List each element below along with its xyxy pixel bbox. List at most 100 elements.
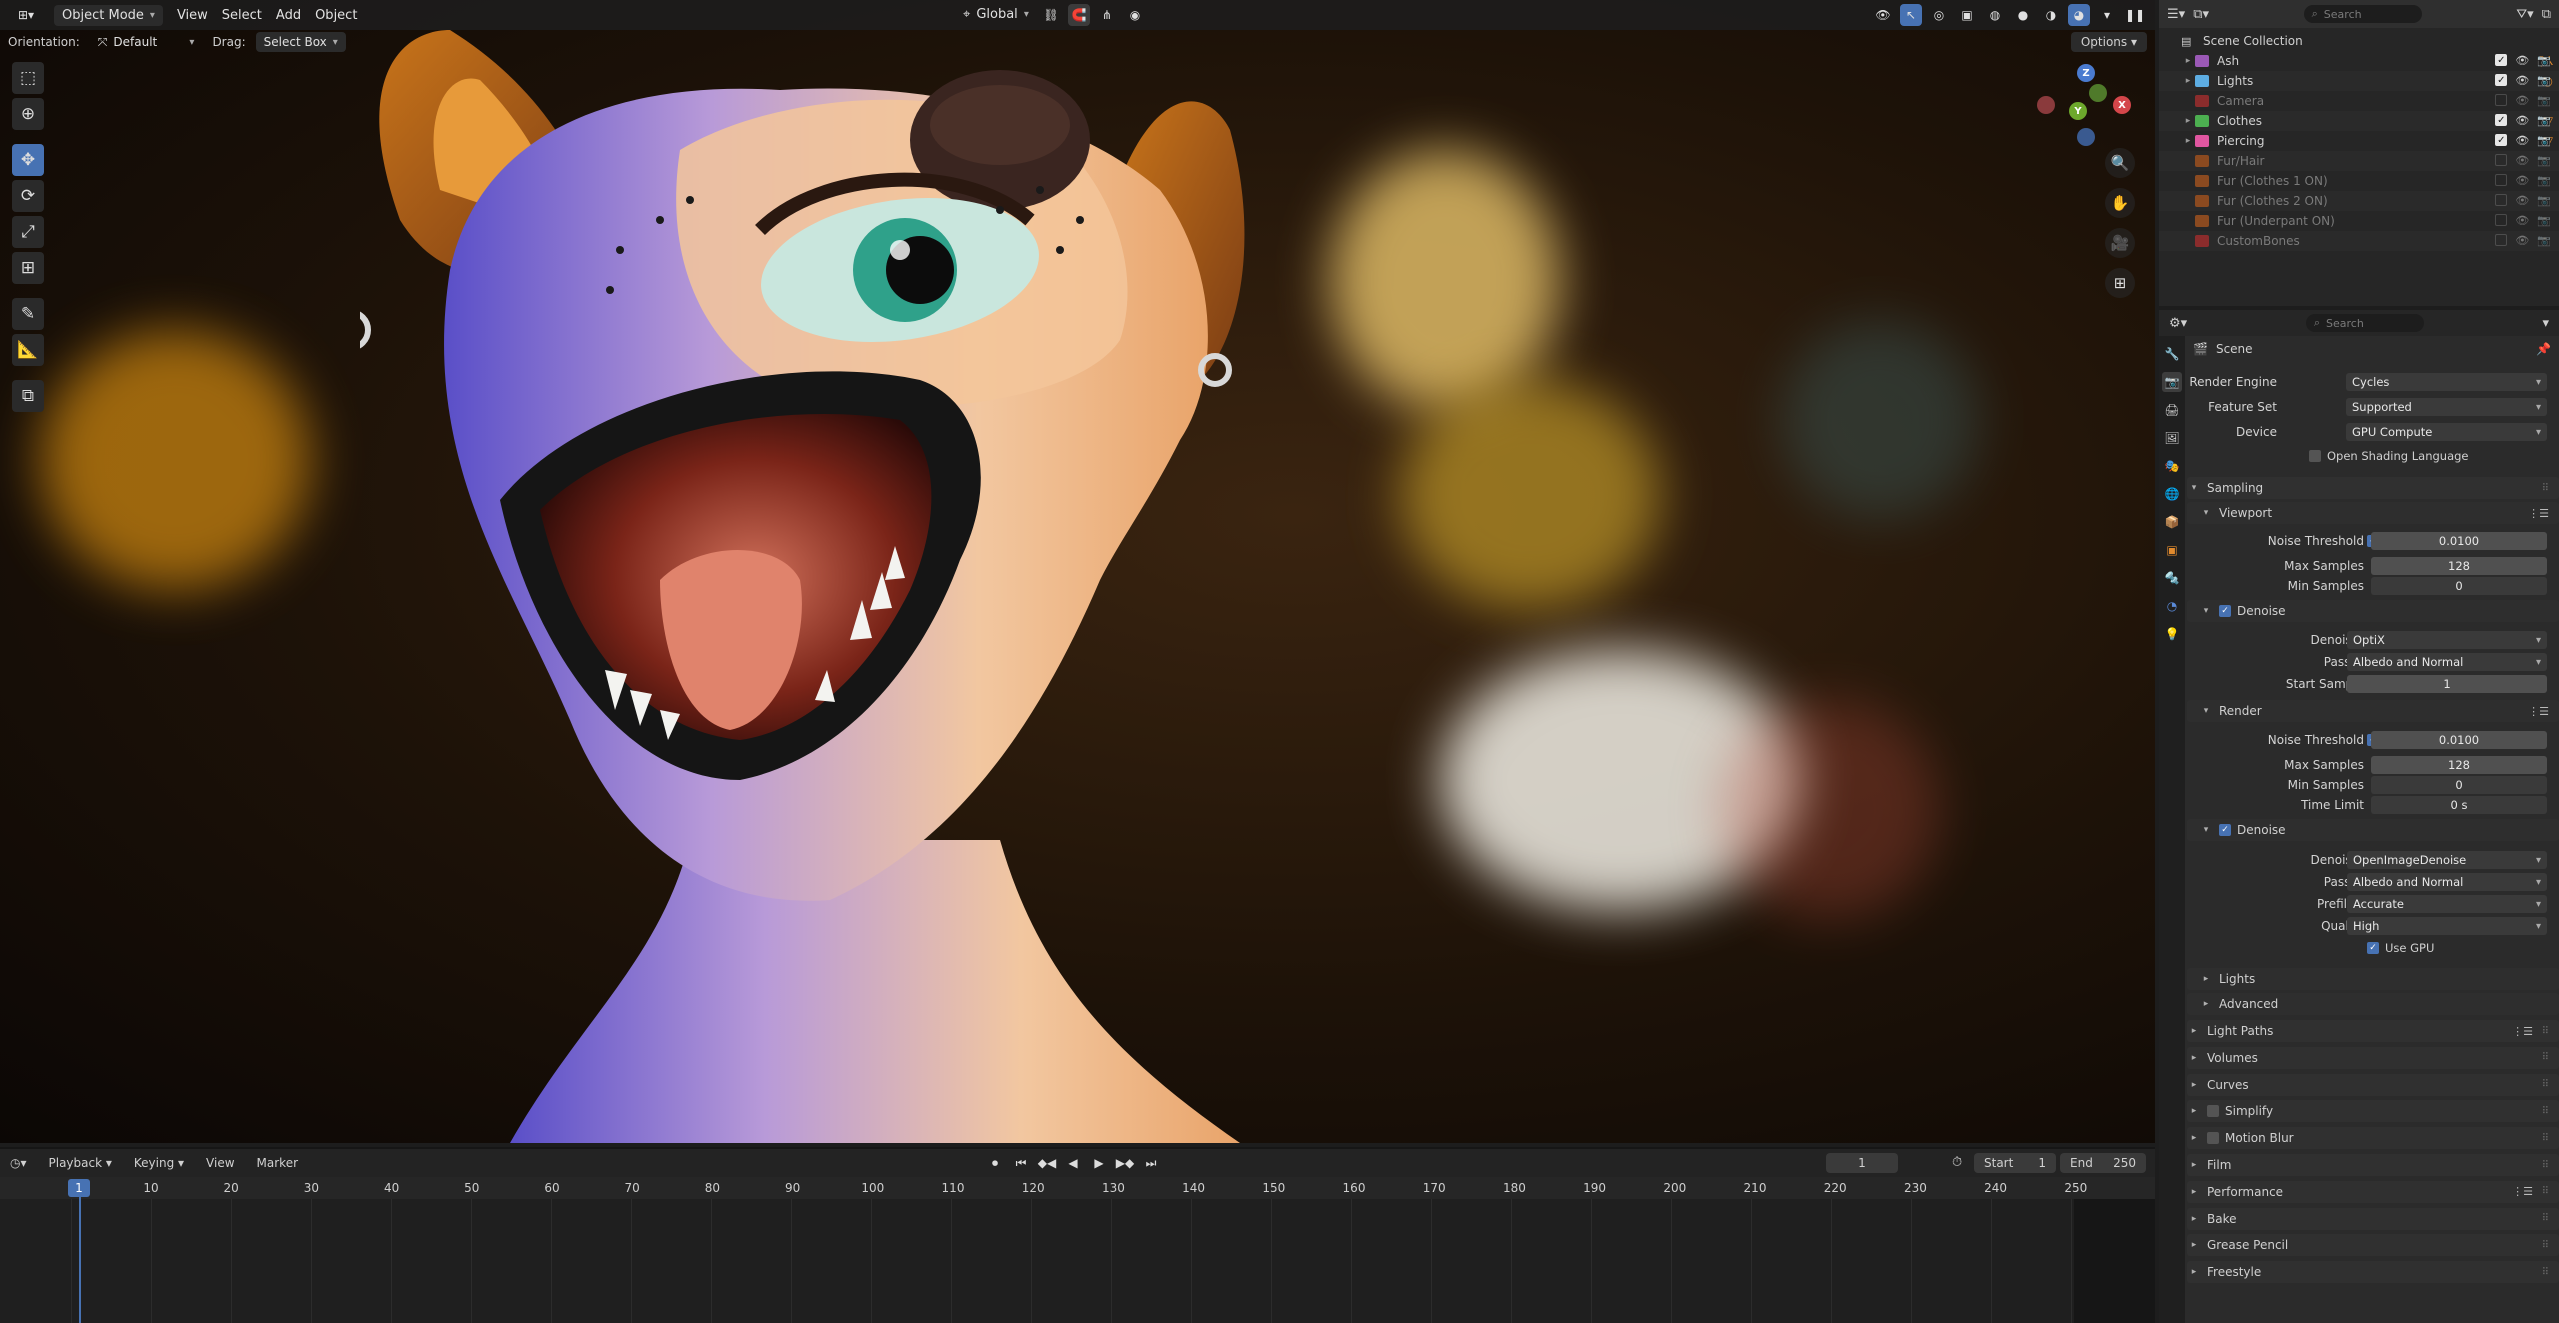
solid-shading-icon[interactable]: ● [2012, 4, 2034, 26]
preset-icon[interactable]: ⋮☰ [2528, 705, 2549, 718]
vp-denoiser-dropdown[interactable]: OptiX [2347, 631, 2547, 649]
material-shading-icon[interactable]: ◑ [2040, 4, 2062, 26]
cursor-tool-icon[interactable]: ⊕ [12, 98, 44, 130]
gizmo-neg-y[interactable] [2089, 84, 2107, 102]
exclude-checkbox[interactable]: ✓ [2495, 114, 2508, 126]
start-frame-field[interactable]: Start 1 [1974, 1153, 2056, 1173]
camera-icon[interactable]: 📷 [2537, 134, 2551, 147]
use-gpu-checkbox[interactable]: ✓ [2367, 942, 2379, 954]
vp-max-field[interactable]: 128 [2371, 557, 2547, 575]
sampling-panel[interactable]: ▾ Sampling ⠿ [2187, 477, 2559, 499]
r-denoise-checkbox[interactable]: ✓ [2219, 824, 2231, 836]
outliner[interactable]: ☰▾ ⧉▾ ⌕ Search ⛛▾ ⧉ ▤ Scene Collection ▸… [2159, 0, 2559, 306]
properties-panel[interactable]: ▸ Bake ⠿ [2187, 1207, 2559, 1230]
expand-arrow-icon[interactable]: ▸ [2181, 76, 2195, 86]
properties-panel[interactable]: ▸ Freestyle ⠿ [2187, 1261, 2559, 1284]
orientation-selector[interactable]: ⤧ Default [90, 32, 203, 53]
sampling-subpanel[interactable]: ▸ Lights [2187, 968, 2559, 990]
drag-handle-icon[interactable]: ⠿ [2542, 1213, 2549, 1224]
properties-search-input[interactable]: ⌕ Search [2305, 314, 2424, 332]
object-tab-icon[interactable]: ▣ [2162, 540, 2182, 560]
jump-start-icon[interactable]: ⏮ [1011, 1153, 1031, 1173]
eye-icon[interactable]: 👁 [2515, 54, 2529, 67]
new-collection-icon[interactable]: ⧉ [2542, 7, 2551, 22]
r-prefilter-dropdown[interactable]: Accurate [2347, 895, 2547, 913]
drag-handle-icon[interactable]: ⠿ [2542, 1052, 2549, 1063]
play-reverse-icon[interactable]: ◀ [1063, 1153, 1083, 1173]
r-time-field[interactable]: 0 s [2371, 796, 2547, 814]
expand-arrow-icon[interactable]: ▸ [2181, 136, 2195, 146]
end-frame-field[interactable]: End 250 [2060, 1153, 2146, 1173]
jump-end-icon[interactable]: ⏭ [1141, 1153, 1161, 1173]
gizmo-x-axis[interactable]: X [2113, 96, 2131, 114]
exclude-checkbox[interactable] [2495, 174, 2508, 186]
add-cube-tool-icon[interactable]: ⧉ [12, 380, 44, 412]
camera-icon[interactable]: 📷 [2537, 114, 2551, 127]
preset-icon[interactable]: ⋮☰ [2512, 1185, 2533, 1198]
outliner-editor-type-icon[interactable]: ☰▾ [2167, 7, 2185, 22]
menu-view-timeline[interactable]: View [206, 1156, 234, 1170]
playhead[interactable] [79, 1197, 81, 1323]
gizmo-neg-z[interactable] [2077, 128, 2095, 146]
eye-icon[interactable]: 👁 [2515, 214, 2529, 227]
render-engine-dropdown[interactable]: Cycles [2346, 373, 2547, 391]
r-denoiser-dropdown[interactable]: OpenImageDenoise [2347, 851, 2547, 869]
menu-marker[interactable]: Marker [257, 1156, 298, 1170]
render-subpanel[interactable]: ▾ Render ⋮☰ [2187, 700, 2559, 722]
scene-collection-row[interactable]: ▤ Scene Collection [2159, 31, 2559, 51]
vp-denoise-checkbox[interactable]: ✓ [2219, 605, 2231, 617]
pause-render-icon[interactable]: ❚❚ [2124, 4, 2146, 26]
properties-panel[interactable]: ▸ Light Paths ⋮☰ ⠿ [2187, 1020, 2559, 1042]
exclude-checkbox[interactable] [2495, 194, 2508, 206]
current-frame-field[interactable]: 1 [1826, 1153, 1898, 1173]
tool-tab-icon[interactable]: 🔧 [2162, 344, 2182, 364]
menu-view[interactable]: View [177, 8, 208, 23]
frame-ruler[interactable]: 1 10 20 30 40 50 60 70 80 90 100 110 120 130 140 150 16… [0, 1177, 2155, 1199]
exclude-checkbox[interactable] [2495, 154, 2508, 166]
exclude-checkbox[interactable]: ✓ [2495, 54, 2508, 66]
scale-tool-icon[interactable]: ⤢ [12, 216, 44, 248]
move-tool-icon[interactable]: ✥ [12, 144, 44, 176]
physics-tab-icon[interactable]: ◔ [2162, 596, 2182, 616]
exclude-checkbox[interactable]: ✓ [2495, 74, 2508, 86]
r-noise-field[interactable]: 0.0100 [2371, 731, 2547, 749]
viewport-subpanel[interactable]: ▾ Viewport ⋮☰ [2187, 502, 2559, 524]
exclude-checkbox[interactable] [2495, 94, 2508, 106]
vp-min-field[interactable]: 0 [2371, 577, 2547, 595]
display-mode-icon[interactable]: ⧉▾ [2193, 7, 2209, 22]
drag-handle-icon[interactable]: ⠿ [2542, 1267, 2549, 1278]
data-tab-icon[interactable]: 💡 [2162, 624, 2182, 644]
eye-icon[interactable]: 👁 [2515, 154, 2529, 167]
outliner-item[interactable]: CustomBones 👁 📷 [2159, 231, 2559, 251]
menu-playback[interactable]: Playback ▾ [49, 1156, 112, 1170]
camera-icon[interactable]: 📷 [2537, 214, 2551, 227]
visibility-icon[interactable]: 👁 [1872, 4, 1894, 26]
vp-start-field[interactable]: 1 [2347, 675, 2547, 693]
outliner-item[interactable]: ▸ Lights ◐ ✓ 👁 📷 [2159, 71, 2559, 91]
snap-icon[interactable]: 🧲 [1068, 4, 1090, 26]
scene-tab-icon[interactable]: 🎭 [2162, 456, 2182, 476]
preset-icon[interactable]: ⋮☰ [2512, 1025, 2533, 1038]
outliner-item[interactable]: Fur (Clothes 2 ON) 👁 📷 [2159, 191, 2559, 211]
gizmo-y-axis[interactable]: Y [2069, 102, 2087, 120]
properties-panel[interactable]: ▸ Film ⠿ [2187, 1154, 2559, 1176]
properties-panel[interactable]: ▸ Volumes ⠿ [2187, 1046, 2559, 1069]
stopwatch-icon[interactable]: ⏱ [1952, 1155, 1962, 1170]
vp-noise-field[interactable]: 0.0100 [2371, 532, 2547, 550]
filter-icon[interactable]: ⛛▾ [2516, 7, 2533, 22]
menu-select[interactable]: Select [222, 8, 262, 23]
eye-icon[interactable]: 👁 [2515, 74, 2529, 87]
osl-checkbox[interactable] [2309, 450, 2321, 462]
r-quality-dropdown[interactable]: High [2347, 917, 2547, 935]
gizmo-toggle-icon[interactable]: ↖ [1900, 4, 1922, 26]
properties-panel[interactable]: ▸ Grease Pencil ⠿ [2187, 1234, 2559, 1257]
timeline-editor[interactable]: ◷▾ Playback ▾ Keying ▾ View Marker ⏺ ⏮ ◆… [0, 1147, 2155, 1323]
menu-object[interactable]: Object [315, 8, 357, 23]
wireframe-shading-icon[interactable]: ◍ [1984, 4, 2006, 26]
eye-icon[interactable]: 👁 [2515, 194, 2529, 207]
pivot-icon[interactable]: ⛓ [1040, 4, 1062, 26]
eye-icon[interactable]: 👁 [2515, 114, 2529, 127]
render-tab-icon[interactable]: 📷 [2162, 372, 2182, 392]
outliner-item[interactable]: Fur (Clothes 1 ON) 👁 📷 [2159, 171, 2559, 191]
panel-enable-checkbox[interactable] [2207, 1105, 2219, 1118]
